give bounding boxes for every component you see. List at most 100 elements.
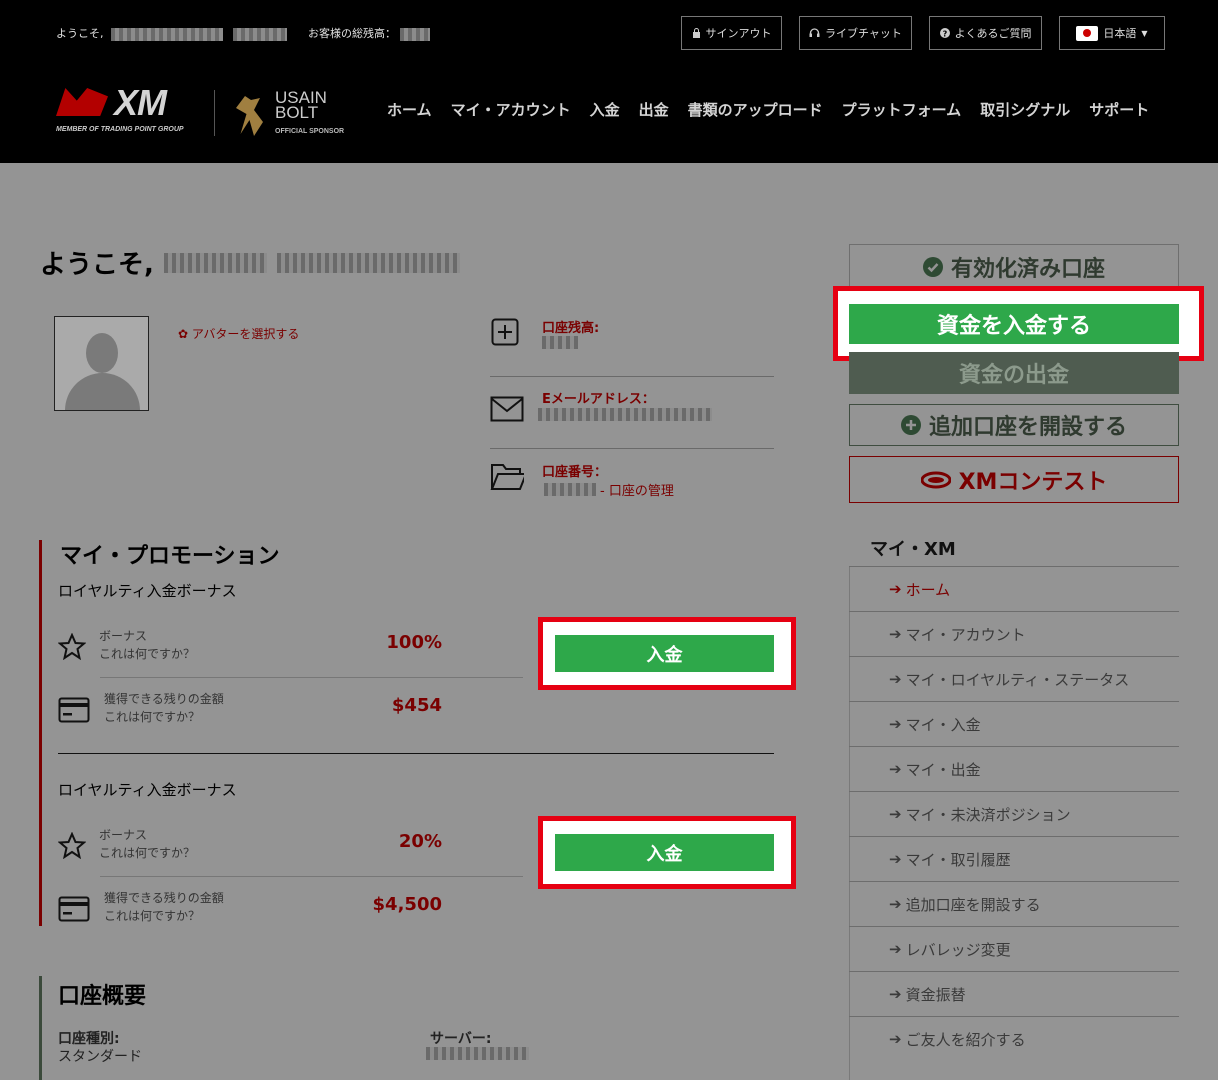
sidebar-item-label: ご友人を紹介する (905, 1030, 1026, 1049)
arrow-right-icon: ➔ (889, 625, 902, 643)
nav-deposit[interactable]: 入金 (590, 99, 620, 120)
blurred-name (111, 27, 223, 41)
contest-stadium-icon (920, 471, 951, 488)
sidebar-item-open-positions[interactable]: ➔ マイ・未決済ポジション (849, 791, 1179, 836)
sidebar-menu: ➔ ホーム ➔ マイ・アカウント ➔ マイ・ロイヤルティ・ステータス ➔ マイ・入金 ➔… (849, 566, 1179, 1061)
blurred-first-name (163, 252, 267, 273)
blurred-account-number (544, 483, 596, 496)
sidebar-item-label: マイ・入金 (905, 715, 981, 734)
sidebar-item-leverage-change[interactable]: ➔ レバレッジ変更 (849, 926, 1179, 971)
sidebar-item-label: マイ・取引履歴 (905, 850, 1011, 869)
sidebar-item-my-account[interactable]: ➔ マイ・アカウント (849, 611, 1179, 656)
promo-deposit-button[interactable]: 入金 (555, 834, 774, 871)
verified-account-badge: 有効化済み口座 (849, 244, 1179, 290)
faq-button[interactable]: ? よくあるご質問 (929, 16, 1042, 50)
sidebar-item-open-additional-account[interactable]: ➔ 追加口座を開設する (849, 881, 1179, 926)
withdraw-funds-button[interactable]: 資金の出金 (849, 352, 1179, 394)
arrow-right-icon: ➔ (889, 805, 902, 823)
arrow-right-icon: ➔ (889, 580, 902, 598)
sidebar-item-loyalty-status[interactable]: ➔ マイ・ロイヤルティ・ステータス (849, 656, 1179, 701)
divider (100, 876, 523, 877)
language-label: 日本語 (1103, 27, 1137, 40)
sidebar-item-trade-history[interactable]: ➔ マイ・取引履歴 (849, 836, 1179, 881)
credit-card-icon (58, 697, 90, 727)
remaining-label-group: 獲得できる残りの金額 これは何ですか？ (104, 889, 224, 925)
top-header: ようこそ, お客様の総残高： サインアウト ライブチャット ? よくあるご質問 … (0, 0, 1218, 163)
bonus-value: 100% (386, 632, 442, 653)
headset-icon (809, 28, 820, 37)
whats-this-link[interactable]: これは何ですか？ (104, 708, 224, 726)
gear-icon: ✿ (178, 327, 189, 341)
page-title: ようこそ, (40, 244, 460, 281)
nav-upload-documents[interactable]: 書類のアップロード (688, 99, 823, 120)
divider (490, 448, 774, 449)
livechat-button[interactable]: ライブチャット (799, 16, 912, 50)
choose-avatar-link[interactable]: ✿ アバターを選択する (178, 325, 299, 342)
main-nav: ホーム マイ・アカウント 入金 出金 書類のアップロード プラットフォーム 取引… (387, 99, 1149, 120)
withdraw-label: 資金の出金 (958, 363, 1069, 388)
blurred-account-balance (542, 336, 578, 349)
divider (100, 677, 523, 678)
remaining-label: 獲得できる残りの金額 (104, 891, 224, 905)
sidebar-item-my-deposit[interactable]: ➔ マイ・入金 (849, 701, 1179, 746)
sidebar-item-label: ホーム (905, 580, 951, 599)
manage-account-link[interactable]: - 口座の管理 (600, 480, 674, 499)
sidebar-item-label: マイ・出金 (905, 760, 981, 779)
remaining-value: $454 (391, 695, 442, 716)
add-account-label: 追加口座を開設する (928, 415, 1127, 440)
blurred-server (426, 1047, 529, 1060)
arrow-right-icon: ➔ (889, 715, 902, 733)
usain-bolt-figure-icon (236, 96, 263, 136)
japan-flag-icon (1076, 25, 1099, 41)
whats-this-link[interactable]: これは何ですか？ (99, 645, 195, 663)
language-select[interactable]: 日本語 ▼ (1059, 16, 1165, 50)
xm-logo[interactable]: XM MEMBER OF TRADING POINT GROUP (56, 82, 196, 136)
whats-this-link[interactable]: これは何ですか？ (104, 907, 224, 925)
arrow-right-icon: ➔ (889, 940, 902, 958)
caret-down-icon: ▼ (1141, 28, 1148, 38)
livechat-label: ライブチャット (825, 27, 902, 40)
sidebar-item-fund-transfer[interactable]: ➔ 資金振替 (849, 971, 1179, 1016)
deposit-funds-button[interactable]: 資金を入金する (849, 304, 1179, 344)
bonus-label-group: ボーナス これは何ですか？ (99, 826, 195, 862)
blurred-name-2 (232, 27, 287, 41)
nav-my-account[interactable]: マイ・アカウント (451, 99, 571, 120)
folder-open-icon (490, 462, 524, 492)
logo-tagline: MEMBER OF TRADING POINT GROUP (56, 126, 184, 133)
arrow-right-icon: ➔ (889, 850, 902, 868)
avatar[interactable] (54, 316, 149, 411)
sidebar-item-home[interactable]: ➔ ホーム (849, 566, 1179, 611)
bonus-label-group: ボーナス これは何ですか？ (99, 627, 195, 663)
arrow-right-icon: ➔ (889, 1030, 902, 1048)
open-additional-account-button[interactable]: 追加口座を開設する (849, 404, 1179, 446)
sponsor-line-2: BOLT (275, 103, 319, 122)
nav-platform[interactable]: プラットフォーム (842, 99, 962, 120)
bonus-label: ボーナス (99, 828, 148, 842)
logo-brand: XM (114, 82, 167, 123)
blurred-last-name (276, 252, 460, 273)
contest-label: XMコンテスト (958, 469, 1108, 495)
signout-button[interactable]: サインアウト (681, 16, 782, 50)
header-balance-label: お客様の総残高： (308, 27, 396, 40)
sidebar-item-label: レバレッジ変更 (905, 940, 1011, 959)
question-icon: ? (939, 28, 950, 38)
sidebar-item-label: 資金振替 (905, 985, 966, 1004)
blurred-balance (399, 27, 430, 41)
sponsor-sub: OFFICIAL SPONSOR (275, 128, 345, 135)
xm-contest-button[interactable]: XMコンテスト (849, 456, 1179, 503)
arrow-right-icon: ➔ (889, 760, 902, 778)
remaining-label: 獲得できる残りの金額 (104, 692, 224, 706)
nav-support[interactable]: サポート (1089, 99, 1149, 120)
whats-this-link[interactable]: これは何ですか？ (99, 844, 195, 862)
nav-trading-signals[interactable]: 取引シグナル (980, 99, 1070, 120)
promo-deposit-button[interactable]: 入金 (555, 635, 774, 672)
promotions-accent-bar (39, 540, 42, 926)
account-type-label: 口座種別: (58, 1031, 120, 1047)
overview-accent-bar (39, 976, 42, 1080)
sidebar-item-refer-friend[interactable]: ➔ ご友人を紹介する (849, 1016, 1179, 1061)
arrow-right-icon: ➔ (889, 895, 902, 913)
nav-withdraw[interactable]: 出金 (639, 99, 669, 120)
sidebar-item-my-withdrawal[interactable]: ➔ マイ・出金 (849, 746, 1179, 791)
nav-home[interactable]: ホーム (387, 99, 432, 120)
greeting-label: ようこそ, (40, 250, 154, 280)
